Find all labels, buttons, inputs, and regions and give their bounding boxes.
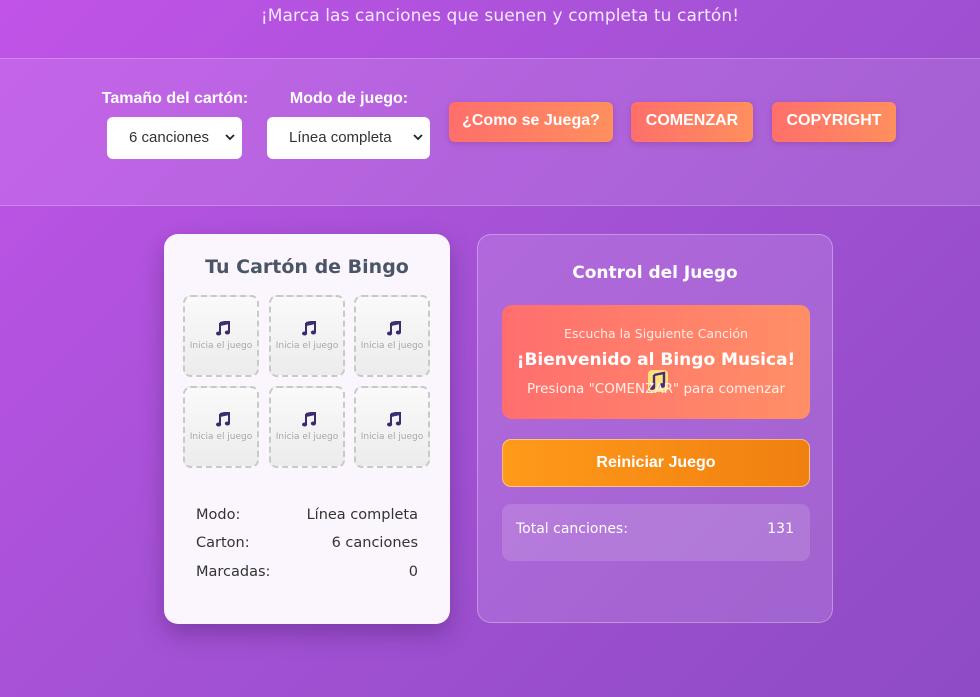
page-subtitle: ¡Marca las canciones que suenen y comple… — [260, 6, 740, 26]
bingo-card-title: Tu Cartón de Bingo — [205, 256, 409, 278]
now-playing-label: Escucha la Siguiente Canción — [564, 326, 748, 341]
now-playing-box: Escucha la Siguiente Canción ¡Bienvenido… — [502, 305, 810, 419]
bingo-card: Tu Cartón de Bingo Inicia el juego Inici… — [164, 234, 450, 624]
card-size-value: 6 canciones — [129, 129, 210, 146]
card-size-label: Tamaño del cartón: — [101, 90, 249, 107]
stat-marked-value: 0 — [408, 564, 418, 580]
bingo-cell[interactable]: Inicia el juego — [269, 386, 345, 468]
card-size-select[interactable]: 6 canciones — [107, 117, 242, 159]
stat-card-label: Carton: — [196, 535, 250, 551]
game-control-panel: Control del Juego Escucha la Siguiente C… — [477, 234, 833, 623]
chevron-down-icon — [413, 134, 423, 141]
bingo-cell[interactable]: Inicia el juego — [354, 386, 430, 468]
total-songs-label: Total canciones: — [516, 521, 628, 537]
bingo-cell[interactable]: Inicia el juego — [354, 295, 430, 377]
how-to-play-button[interactable]: ¿Como se Juega? — [449, 102, 613, 142]
bingo-cell-caption: Inicia el juego — [275, 432, 339, 442]
controls-toolbar: Tamaño del cartón: 6 canciones Modo de j… — [0, 58, 980, 206]
music-note-icon — [387, 412, 401, 427]
bingo-cell[interactable]: Inicia el juego — [183, 295, 259, 377]
bingo-cell-caption: Inicia el juego — [360, 341, 424, 351]
restart-game-button[interactable]: Reiniciar Juego — [502, 439, 810, 487]
music-note-icon — [216, 412, 230, 427]
stat-card-value: 6 canciones — [331, 535, 418, 551]
copyright-button[interactable]: COPYRIGHT — [772, 102, 896, 142]
chevron-down-icon — [225, 134, 235, 141]
game-mode-select[interactable]: Línea completa — [267, 117, 430, 159]
game-mode-label: Modo de juego: — [289, 90, 409, 107]
total-songs-box: Total canciones: 131 — [502, 504, 810, 561]
now-playing-title: ¡Bienvenido al Bingo Musica! — [516, 350, 796, 370]
bingo-cell-caption: Inicia el juego — [275, 341, 339, 351]
bingo-cell-caption: Inicia el juego — [189, 341, 253, 351]
bingo-cell-caption: Inicia el juego — [189, 432, 253, 442]
bingo-cell[interactable]: Inicia el juego — [269, 295, 345, 377]
bingo-cell-caption: Inicia el juego — [360, 432, 424, 442]
music-note-icon — [216, 321, 230, 336]
bingo-cell[interactable]: Inicia el juego — [183, 386, 259, 468]
now-playing-hint: Presiona "COMENZAR" para comenzar — [526, 381, 786, 397]
game-mode-value: Línea completa — [289, 129, 392, 146]
stat-mode-label: Modo: — [196, 507, 241, 523]
total-songs-value: 131 — [767, 521, 794, 537]
music-note-icon — [302, 412, 316, 427]
music-note-icon — [302, 321, 316, 336]
stat-marked-label: Marcadas: — [196, 564, 271, 580]
game-control-title: Control del Juego — [572, 263, 738, 283]
stat-mode-value: Línea completa — [306, 507, 418, 523]
music-note-icon — [387, 321, 401, 336]
start-button[interactable]: COMENZAR — [631, 102, 753, 142]
